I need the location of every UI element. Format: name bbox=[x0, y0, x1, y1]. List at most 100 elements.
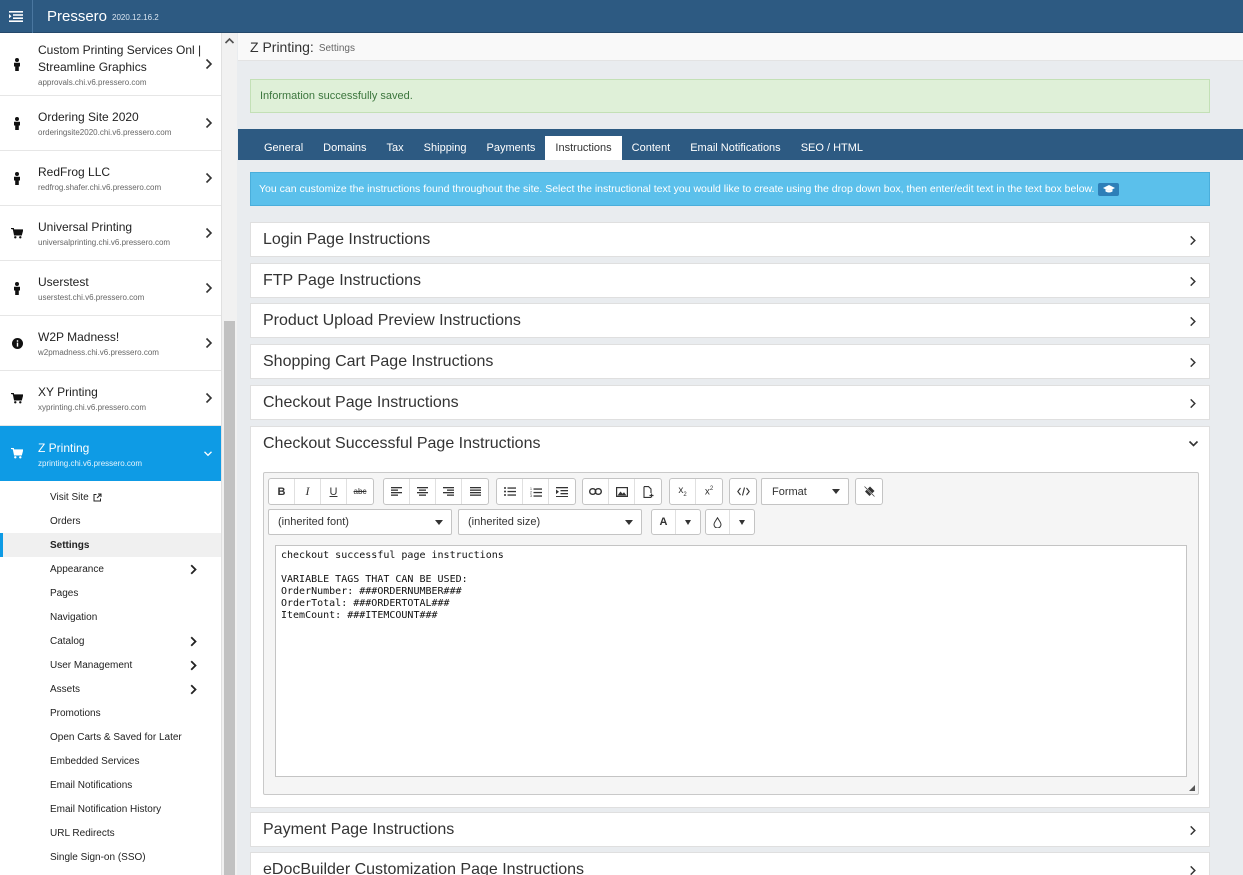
chevron-right-icon bbox=[1190, 316, 1196, 327]
link-button[interactable] bbox=[583, 479, 609, 504]
panel-header[interactable]: Product Upload Preview Instructions bbox=[251, 304, 1209, 338]
help-button[interactable] bbox=[1098, 182, 1120, 196]
bold-button[interactable]: B bbox=[269, 479, 295, 504]
sub-nav-item-visit-site[interactable]: Visit Site bbox=[0, 485, 221, 509]
background-color-button[interactable] bbox=[706, 510, 730, 534]
chevron-right-icon bbox=[190, 684, 197, 695]
sub-nav-item-email-notification-history[interactable]: Email Notification History bbox=[0, 797, 221, 821]
toolbar-group: B I Uabc bbox=[268, 478, 374, 505]
chevron-right-icon bbox=[205, 58, 213, 70]
instruction-panel: FTP Page Instructions bbox=[250, 263, 1210, 298]
numbered-list-button[interactable]: 123 bbox=[523, 479, 549, 504]
page-header: Z Printing: Settings bbox=[238, 33, 1243, 61]
tab-seo-html[interactable]: SEO / HTML bbox=[791, 136, 873, 160]
site-icon bbox=[11, 57, 23, 71]
site-url: userstest.chi.v6.pressero.com bbox=[38, 293, 145, 302]
panel-title: eDocBuilder Customization Page Instructi… bbox=[263, 861, 585, 875]
font-size-select[interactable]: (inherited size) bbox=[458, 509, 642, 535]
bullet-list-button[interactable] bbox=[497, 479, 523, 504]
sidebar-scrollbar[interactable] bbox=[221, 33, 237, 875]
site-url: orderingsite2020.chi.v6.pressero.com bbox=[38, 128, 172, 137]
insert-file-button[interactable] bbox=[635, 479, 661, 504]
site-item[interactable]: RedFrog LLC redfrog.shafer.chi.v6.presser… bbox=[0, 151, 221, 206]
editor-line: VARIABLE TAGS THAT CAN BE USED: bbox=[281, 574, 468, 585]
italic-button[interactable]: I bbox=[295, 479, 321, 504]
tab-payments[interactable]: Payments bbox=[477, 136, 546, 160]
image-button[interactable] bbox=[609, 479, 635, 504]
font-family-select[interactable]: (inherited font) bbox=[268, 509, 452, 535]
site-name: Ordering Site 2020 bbox=[38, 110, 139, 124]
sub-nav-label: Settings bbox=[50, 539, 90, 551]
site-name: W2P Madness! bbox=[38, 330, 120, 344]
sub-nav-item-navigation[interactable]: Navigation bbox=[0, 605, 221, 629]
clear-formatting-button[interactable] bbox=[856, 479, 882, 504]
underline-button[interactable]: U bbox=[321, 479, 347, 504]
tab-email-notifications[interactable]: Email Notifications bbox=[680, 136, 790, 160]
tab-domains[interactable]: Domains bbox=[313, 136, 376, 160]
cart-icon bbox=[11, 227, 23, 238]
indent-button[interactable] bbox=[549, 479, 575, 504]
chevron-right-icon bbox=[205, 337, 213, 349]
settings-tabs: General Domains Tax Shipping Payments Instruc… bbox=[238, 129, 1243, 160]
tab-shipping[interactable]: Shipping bbox=[414, 136, 477, 160]
text-color-group: A bbox=[651, 509, 701, 535]
panel-header[interactable]: eDocBuilder Customization Page Instructi… bbox=[251, 853, 1209, 875]
panel-title: Login Page Instructions bbox=[263, 231, 431, 248]
site-item[interactable]: Custom Printing Services Onl | Streamlin… bbox=[0, 33, 221, 96]
sub-nav-item-user-management[interactable]: User Management bbox=[0, 653, 221, 677]
sub-nav-item-open-carts-saved-for-later[interactable]: Open Carts & Saved for Later bbox=[0, 725, 221, 749]
strikethrough-button[interactable]: abc bbox=[347, 479, 373, 504]
align-right-button[interactable] bbox=[436, 479, 462, 504]
site-item[interactable]: W2P Madness! w2pmadness.chi.v6.pressero.c… bbox=[0, 316, 221, 371]
sub-nav-item-email-notifications[interactable]: Email Notifications bbox=[0, 773, 221, 797]
site-item[interactable]: Universal Printing universalprinting.chi.… bbox=[0, 206, 221, 261]
sub-nav-item-embedded-services[interactable]: Embedded Services bbox=[0, 749, 221, 773]
editor-line: OrderTotal: ###ORDERTOTAL### bbox=[281, 598, 450, 609]
sub-nav-item-url-redirects[interactable]: URL Redirects bbox=[0, 821, 221, 845]
sub-nav-label: Open Carts & Saved for Later bbox=[50, 731, 182, 743]
paint-drop-icon bbox=[713, 516, 722, 528]
align-left-button[interactable] bbox=[384, 479, 410, 504]
sub-nav-item-pages[interactable]: Pages bbox=[0, 581, 221, 605]
sub-nav-item-appearance[interactable]: Appearance bbox=[0, 557, 221, 581]
subscript-button[interactable]: x2 bbox=[670, 479, 696, 504]
align-center-button[interactable] bbox=[410, 479, 436, 504]
panel-header[interactable]: Checkout Page Instructions bbox=[251, 386, 1209, 420]
source-code-button[interactable] bbox=[730, 479, 756, 504]
sub-nav-item-catalog[interactable]: Catalog bbox=[0, 629, 221, 653]
tab-instructions[interactable]: Instructions bbox=[545, 136, 622, 160]
bullet-list-icon bbox=[503, 487, 516, 496]
panel-header[interactable]: FTP Page Instructions bbox=[251, 264, 1209, 298]
panel-header[interactable]: Checkout Successful Page Instructions bbox=[251, 427, 1209, 461]
site-icon bbox=[11, 226, 23, 240]
resize-handle-icon[interactable] bbox=[1189, 785, 1195, 791]
sub-nav-item-orders[interactable]: Orders bbox=[0, 509, 221, 533]
panel-header[interactable]: Login Page Instructions bbox=[251, 223, 1209, 257]
scroll-up-icon[interactable] bbox=[224, 37, 235, 45]
sub-nav-item-settings[interactable]: Settings bbox=[0, 533, 221, 557]
justify-button[interactable] bbox=[462, 479, 488, 504]
site-item[interactable]: Userstest userstest.chi.v6.pressero.com bbox=[0, 261, 221, 316]
sub-nav-item-single-sign-on-sso[interactable]: Single Sign-on (SSO) bbox=[0, 845, 221, 869]
menu-toggle-button[interactable] bbox=[0, 0, 33, 33]
format-select[interactable]: Format bbox=[761, 478, 849, 505]
panel-header[interactable]: Shopping Cart Page Instructions bbox=[251, 345, 1209, 379]
scrollbar-thumb[interactable] bbox=[224, 321, 235, 875]
site-item[interactable]: Ordering Site 2020 orderingsite2020.chi.v… bbox=[0, 96, 221, 151]
tab-general[interactable]: General bbox=[254, 136, 313, 160]
panel-header[interactable]: Payment Page Instructions bbox=[251, 813, 1209, 847]
superscript-button[interactable]: x2 bbox=[696, 479, 722, 504]
text-color-button[interactable]: A bbox=[652, 510, 676, 534]
background-color-dropdown[interactable] bbox=[730, 510, 754, 534]
site-item[interactable]: XY Printing xyprinting.chi.v6.pressero.co… bbox=[0, 371, 221, 426]
align-center-icon bbox=[417, 487, 428, 496]
tab-tax[interactable]: Tax bbox=[377, 136, 414, 160]
sub-nav-item-promotions[interactable]: Promotions bbox=[0, 701, 221, 725]
sub-nav-item-assets[interactable]: Assets bbox=[0, 677, 221, 701]
tab-content[interactable]: Content bbox=[622, 136, 681, 160]
editor-content-area[interactable]: checkout successful page instructions VA… bbox=[275, 545, 1187, 777]
sub-nav-label: Assets bbox=[50, 683, 81, 695]
text-color-dropdown[interactable] bbox=[676, 510, 700, 534]
site-item[interactable]: Z Printing zprinting.chi.v6.pressero.com bbox=[0, 426, 221, 481]
